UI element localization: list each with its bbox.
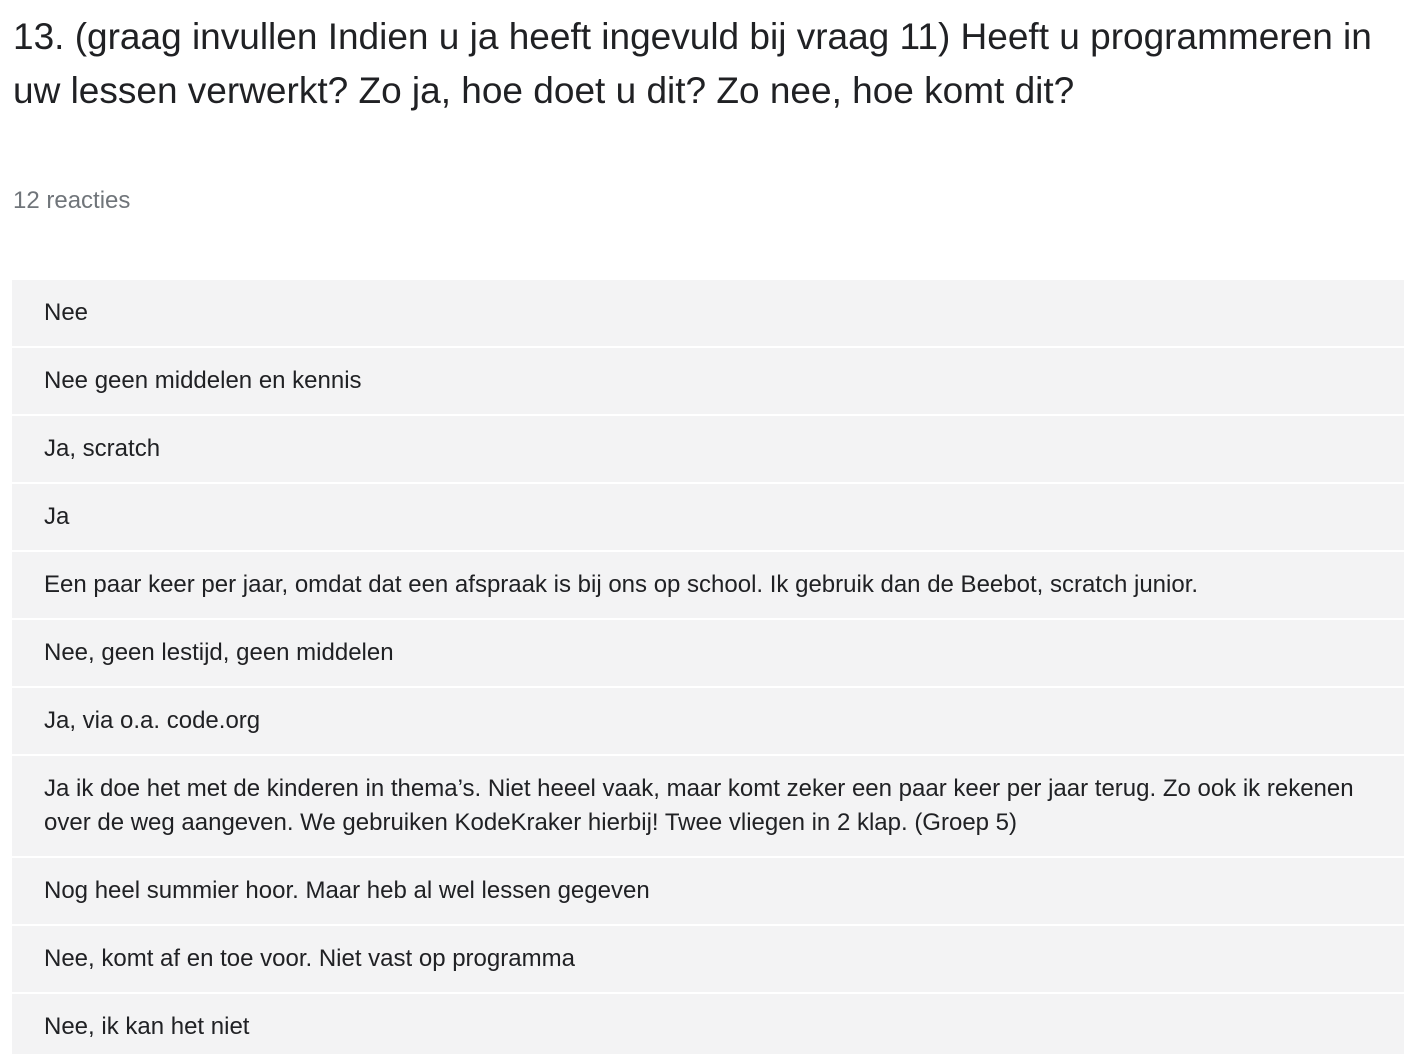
response-item: Een paar keer per jaar, omdat dat een af… xyxy=(12,552,1404,620)
response-item: Nee xyxy=(12,280,1404,348)
response-item: Nog heel summier hoor. Maar heb al wel l… xyxy=(12,858,1404,926)
response-item: Ja, scratch xyxy=(12,416,1404,484)
response-item: Ja, via o.a. code.org xyxy=(12,688,1404,756)
response-item: Nee, ik kan het niet xyxy=(12,994,1404,1054)
response-item: Nee geen middelen en kennis xyxy=(12,348,1404,416)
question-title: 13. (graag invullen Indien u ja heeft in… xyxy=(13,16,1372,111)
response-item: Nee, geen lestijd, geen middelen xyxy=(12,620,1404,688)
response-item: Ja xyxy=(12,484,1404,552)
response-count: 12 reacties xyxy=(13,187,131,214)
response-list: Nee Nee geen middelen en kennis Ja, scra… xyxy=(12,280,1404,1054)
response-item: Nee, komt af en toe voor. Niet vast op p… xyxy=(12,926,1404,994)
response-item: Ja ik doe het met de kinderen in thema’s… xyxy=(12,756,1404,858)
